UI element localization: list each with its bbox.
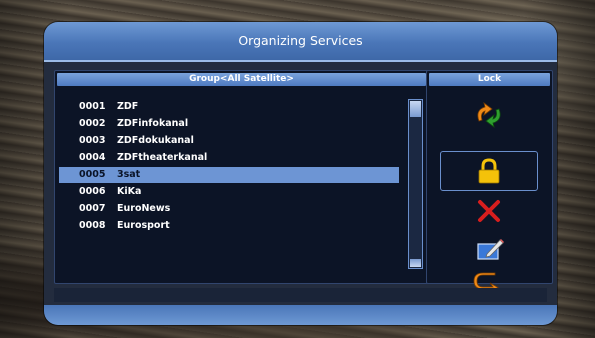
channel-row[interactable]: 0003 ZDFdokukanal: [59, 133, 399, 149]
dialog-title: Organizing Services: [238, 33, 363, 48]
organizing-services-dialog: Organizing Services Group<All Satellite>…: [44, 22, 557, 325]
channel-list-panel: Group<All Satellite> 0001 ZDF 0002 ZDFin…: [54, 70, 429, 284]
channel-number: 0004: [79, 152, 106, 163]
channel-number: 0002: [79, 118, 106, 129]
move-icon[interactable]: [463, 101, 515, 129]
lock-icon[interactable]: [463, 157, 515, 185]
scrollbar-thumb[interactable]: [410, 101, 421, 117]
help-bar: [54, 288, 547, 302]
footer-bar: [44, 305, 557, 325]
channel-name: ZDF: [117, 101, 139, 112]
channel-row[interactable]: 0007 EuroNews: [59, 201, 399, 217]
channel-name: Eurosport: [117, 220, 170, 231]
channel-number: 0006: [79, 186, 106, 197]
title-bar: Organizing Services: [44, 22, 557, 62]
channel-number: 0007: [79, 203, 106, 214]
channel-number: 0001: [79, 101, 106, 112]
action-panel: Lock: [426, 70, 553, 293]
channel-number: 0008: [79, 220, 106, 231]
channel-number: 0005: [79, 169, 106, 180]
group-header[interactable]: Group<All Satellite>: [57, 73, 426, 86]
action-header: Lock: [429, 73, 550, 86]
channel-number: 0003: [79, 135, 106, 146]
delete-icon[interactable]: [463, 197, 515, 225]
channel-name: ZDFtheaterkanal: [117, 152, 208, 163]
channel-name: ZDFdokukanal: [117, 135, 194, 146]
channel-row[interactable]: 0008 Eurosport: [59, 218, 399, 234]
channel-row-selected[interactable]: 0005 3sat: [59, 167, 399, 183]
channel-name: KiKa: [117, 186, 142, 197]
scrollbar-bottom-arrow[interactable]: [410, 259, 421, 267]
channel-name: EuroNews: [117, 203, 171, 214]
channel-row[interactable]: 0002 ZDFinfokanal: [59, 116, 399, 132]
channel-row[interactable]: 0001 ZDF: [59, 99, 399, 115]
list-scrollbar[interactable]: [408, 99, 423, 269]
channel-name: 3sat: [117, 169, 141, 180]
channel-row[interactable]: 0004 ZDFtheaterkanal: [59, 150, 399, 166]
channel-name: ZDFinfokanal: [117, 118, 189, 129]
channel-row[interactable]: 0006 KiKa: [59, 184, 399, 200]
rename-icon[interactable]: [463, 235, 515, 263]
